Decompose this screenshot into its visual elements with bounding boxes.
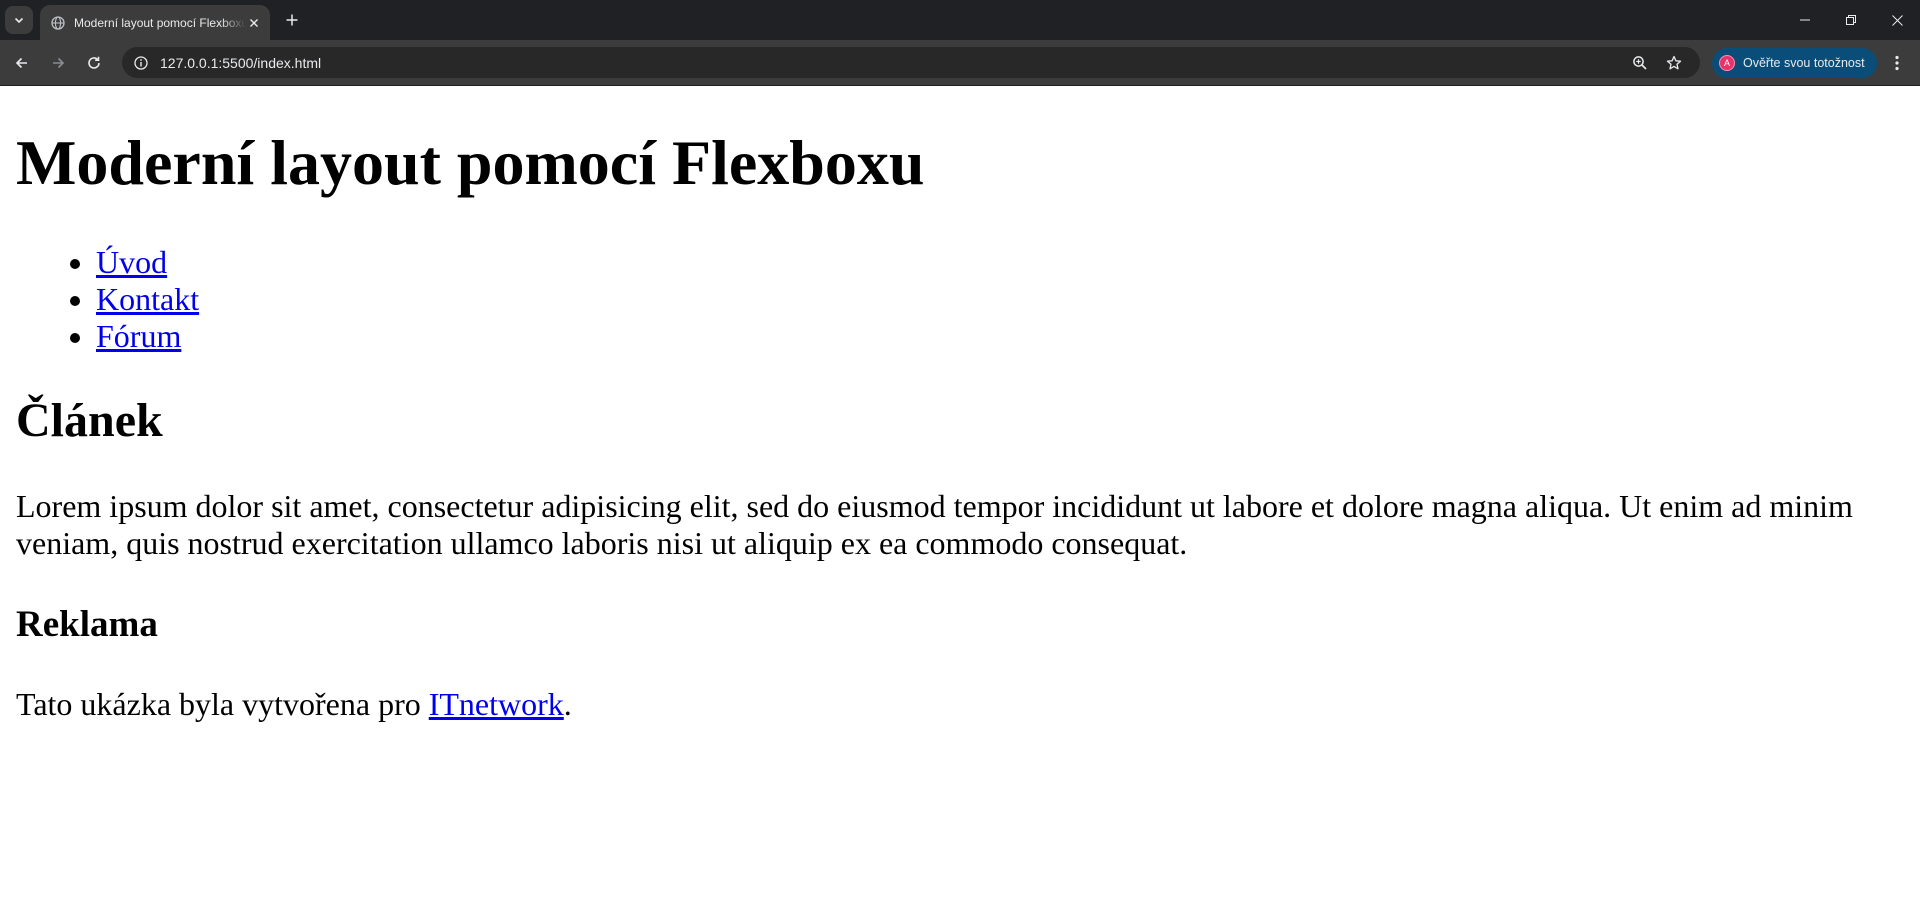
url-text[interactable]: 127.0.0.1:5500/index.html (160, 55, 1620, 71)
star-icon (1666, 55, 1682, 69)
site-info-button[interactable] (130, 52, 152, 74)
minimize-button[interactable] (1782, 0, 1828, 40)
zoom-icon (1633, 55, 1647, 70)
tab-search-button[interactable] (5, 6, 33, 34)
arrow-left-icon (15, 57, 27, 68)
kebab-menu-icon (1895, 55, 1899, 71)
address-bar[interactable]: 127.0.0.1:5500/index.html (122, 47, 1700, 78)
close-icon (1891, 14, 1903, 26)
article-text: Lorem ipsum dolor sit amet, consectetur … (16, 488, 1853, 562)
reload-button[interactable] (79, 48, 109, 78)
page-content: Moderní layout pomocí Flexboxu Úvod Kont… (0, 86, 1920, 723)
nav-link-uvod[interactable]: Úvod (96, 244, 167, 280)
itnetwork-link[interactable]: ITnetwork (429, 686, 564, 722)
main-nav: Úvod Kontakt Fórum (16, 244, 1904, 355)
info-icon (134, 55, 148, 70)
browser-titlebar: Moderní layout pomocí Flexboxu (0, 0, 1920, 40)
restore-button[interactable] (1828, 0, 1874, 40)
nav-link-kontakt[interactable]: Kontakt (96, 281, 199, 317)
tab-title: Moderní layout pomocí Flexboxu (74, 15, 246, 30)
close-window-button[interactable] (1874, 0, 1920, 40)
profile-chip[interactable]: A Ověřte svou totožnost (1712, 48, 1877, 78)
footer-prefix: Tato ukázka byla vytvořena pro (16, 685, 429, 722)
profile-label: Ověřte svou totožnost (1743, 56, 1865, 70)
nav-item-forum: Fórum (96, 318, 1904, 355)
footer-text: Tato ukázka byla vytvořena pro ITnetwork… (16, 686, 1904, 723)
avatar: A (1719, 55, 1735, 71)
browser-tab-active[interactable]: Moderní layout pomocí Flexboxu (40, 5, 270, 40)
chevron-down-icon (14, 17, 24, 24)
nav-item-kontakt: Kontakt (96, 281, 1904, 318)
forward-button[interactable] (43, 48, 73, 78)
globe-icon (50, 15, 66, 31)
new-tab-button[interactable] (280, 8, 304, 32)
minimize-icon (1800, 19, 1810, 21)
plus-icon (286, 14, 298, 26)
nav-link-forum[interactable]: Fórum (96, 318, 181, 354)
bookmark-button[interactable] (1660, 49, 1688, 77)
browser-menu-button[interactable] (1882, 48, 1912, 78)
restore-icon (1846, 15, 1856, 25)
reload-icon (88, 56, 100, 69)
zoom-button[interactable] (1626, 49, 1654, 77)
footer-suffix: . (563, 685, 572, 722)
window-controls (1782, 0, 1920, 40)
arrow-right-icon (53, 57, 65, 68)
back-button[interactable] (7, 48, 37, 78)
ad-title: Reklama (16, 604, 158, 646)
tab-close-button[interactable] (246, 15, 262, 31)
article-title: Článek (16, 394, 163, 448)
close-icon (250, 18, 258, 27)
browser-toolbar: 127.0.0.1:5500/index.html A Ověřte svou … (0, 40, 1920, 86)
nav-item-uvod: Úvod (96, 244, 1904, 281)
page-title: Moderní layout pomocí Flexboxu (16, 127, 925, 198)
